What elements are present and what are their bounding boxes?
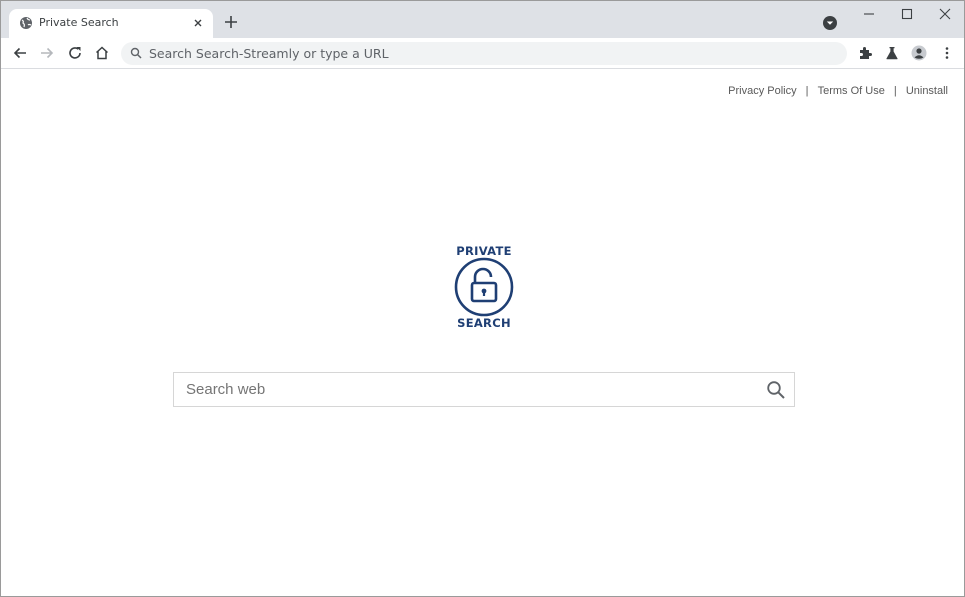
omnibox[interactable]: Search Search-Streamly or type a URL xyxy=(121,42,847,65)
unlocked-padlock-icon xyxy=(454,257,514,317)
search-icon[interactable] xyxy=(766,380,786,400)
omnibox-placeholder: Search Search-Streamly or type a URL xyxy=(149,46,389,61)
maximize-icon[interactable] xyxy=(899,6,915,22)
menu-kebab-icon[interactable] xyxy=(939,45,955,61)
tab-search-icon[interactable] xyxy=(822,15,838,31)
tab-title: Private Search xyxy=(39,16,119,29)
labs-flask-icon[interactable] xyxy=(884,45,900,61)
browser-toolbar: Search Search-Streamly or type a URL xyxy=(1,38,964,69)
private-search-logo: PRIVATE SEARCH xyxy=(446,244,522,332)
logo-text-search: SEARCH xyxy=(457,316,511,330)
new-tab-icon[interactable] xyxy=(223,14,239,30)
profile-avatar-icon[interactable] xyxy=(911,45,927,61)
search-input[interactable] xyxy=(186,381,746,398)
top-links: Privacy Policy | Terms Of Use | Uninstal… xyxy=(728,85,948,97)
back-arrow-icon[interactable] xyxy=(12,45,28,61)
close-tab-icon[interactable] xyxy=(191,16,205,30)
browser-window: Private Search Search Search-Streamly or… xyxy=(0,0,965,597)
tab-strip: Private Search xyxy=(1,1,964,38)
home-icon[interactable] xyxy=(94,45,110,61)
extensions-puzzle-icon[interactable] xyxy=(857,45,873,61)
close-window-icon[interactable] xyxy=(937,6,953,22)
link-separator: | xyxy=(805,85,809,97)
globe-icon xyxy=(20,17,32,29)
logo-text-private: PRIVATE xyxy=(456,244,512,258)
page-content: Privacy Policy | Terms Of Use | Uninstal… xyxy=(1,70,964,596)
web-search-box xyxy=(173,372,795,407)
minimize-icon[interactable] xyxy=(861,6,877,22)
link-separator: | xyxy=(893,85,897,97)
terms-of-use-link[interactable]: Terms Of Use xyxy=(818,85,885,97)
tab-private-search[interactable]: Private Search xyxy=(9,9,213,38)
forward-arrow-icon[interactable] xyxy=(39,45,55,61)
uninstall-link[interactable]: Uninstall xyxy=(906,85,948,97)
search-icon xyxy=(130,47,142,59)
privacy-policy-link[interactable]: Privacy Policy xyxy=(728,85,796,97)
reload-icon[interactable] xyxy=(67,45,83,61)
